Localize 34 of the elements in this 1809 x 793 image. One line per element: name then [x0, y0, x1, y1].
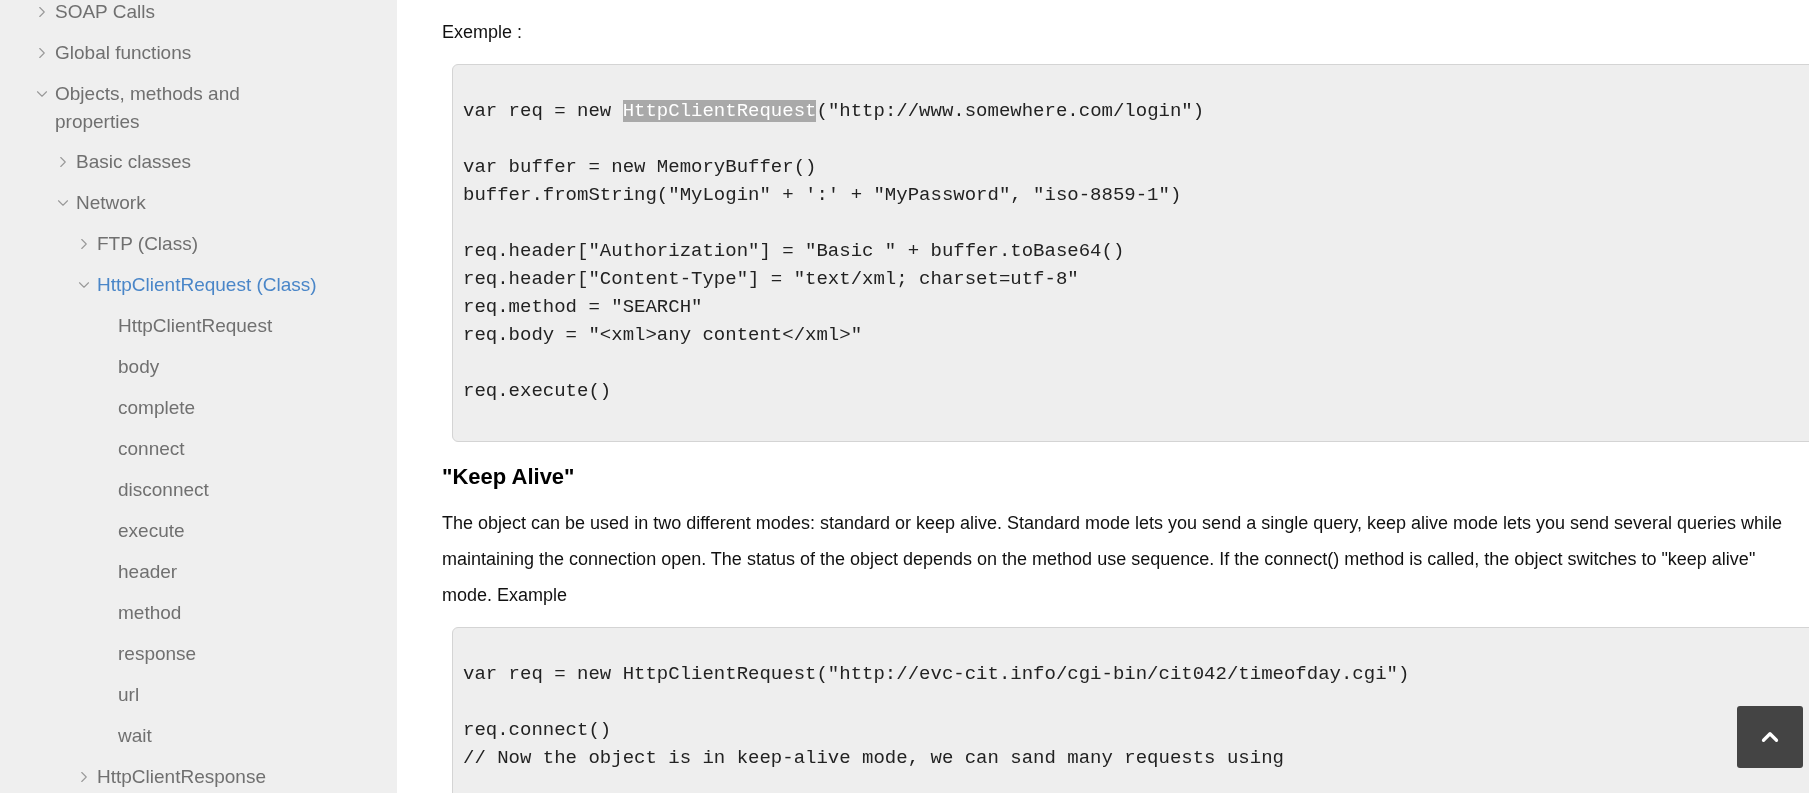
nav-link[interactable]: Basic classes	[76, 148, 192, 176]
nav-link[interactable]: HttpClientResponse	[97, 763, 266, 791]
paragraph: The object can be used in two different modes: standard or keep alive. Standard mode lets you send a single query, keep alive mode lets you send several queries while maintaining the connection open. The status of the object depends on the method use sequence. If the connect() method is called, the object switches to "keep alive" mode. Example	[442, 512, 1784, 607]
nav-link[interactable]: disconnect	[118, 476, 209, 504]
nav-link[interactable]: FTP (Class)	[97, 230, 198, 258]
code-line: req.connect()	[463, 718, 612, 743]
code-line: buffer.fromString("MyLogin" + ':' + "MyPassword", "iso-8859-1")	[463, 183, 1182, 208]
code-line: req.header["Authorization"] = "Basic " + buffer.toBase64()	[463, 239, 1125, 264]
nav-link[interactable]: SOAP Calls	[55, 0, 155, 26]
code-line: req.header["Content-Type"] = "text/xml; charset=utf-8"	[463, 267, 1079, 292]
nav-link[interactable]: wait	[118, 722, 152, 750]
nav-link[interactable]: HttpClientRequest	[118, 312, 273, 340]
code-line: var req = new HttpClientRequest("http://www.somewhere.com/login")	[463, 99, 1205, 124]
nav-link[interactable]: body	[118, 353, 160, 381]
nav-link[interactable]: header	[118, 558, 178, 586]
nav-link[interactable]: method	[118, 599, 182, 627]
nav-link[interactable]: Network	[76, 189, 146, 217]
code-line: req.method = "SEARCH"	[463, 295, 703, 320]
nav-link[interactable]: Global functions	[55, 39, 192, 67]
code-line: // Now the object is in keep-alive mode, we can sand many requests using	[463, 746, 1284, 771]
code-line: var req = new HttpClientRequest("http://evc-cit.info/cgi-bin/cit042/timeofday.cgi")	[463, 662, 1410, 687]
nav-link[interactable]: url	[118, 681, 140, 709]
nav-link[interactable]: Objects, methods and properties	[55, 80, 305, 136]
nav-link[interactable]: HttpClientRequest (Class)	[97, 271, 317, 299]
scroll-to-top-button[interactable]	[1737, 706, 1803, 768]
code-line: req.execute()	[463, 379, 612, 404]
code-line: req.body = "<xml>any content</xml>"	[463, 323, 863, 348]
nav-link[interactable]: execute	[118, 517, 185, 545]
paragraph: Exemple :	[442, 21, 524, 44]
code-line: var buffer = new MemoryBuffer()	[463, 155, 817, 180]
section-heading: "Keep Alive"	[442, 463, 576, 491]
nav-link[interactable]: complete	[118, 394, 196, 422]
nav-link[interactable]: connect	[118, 435, 185, 463]
nav-link[interactable]: response	[118, 640, 197, 668]
